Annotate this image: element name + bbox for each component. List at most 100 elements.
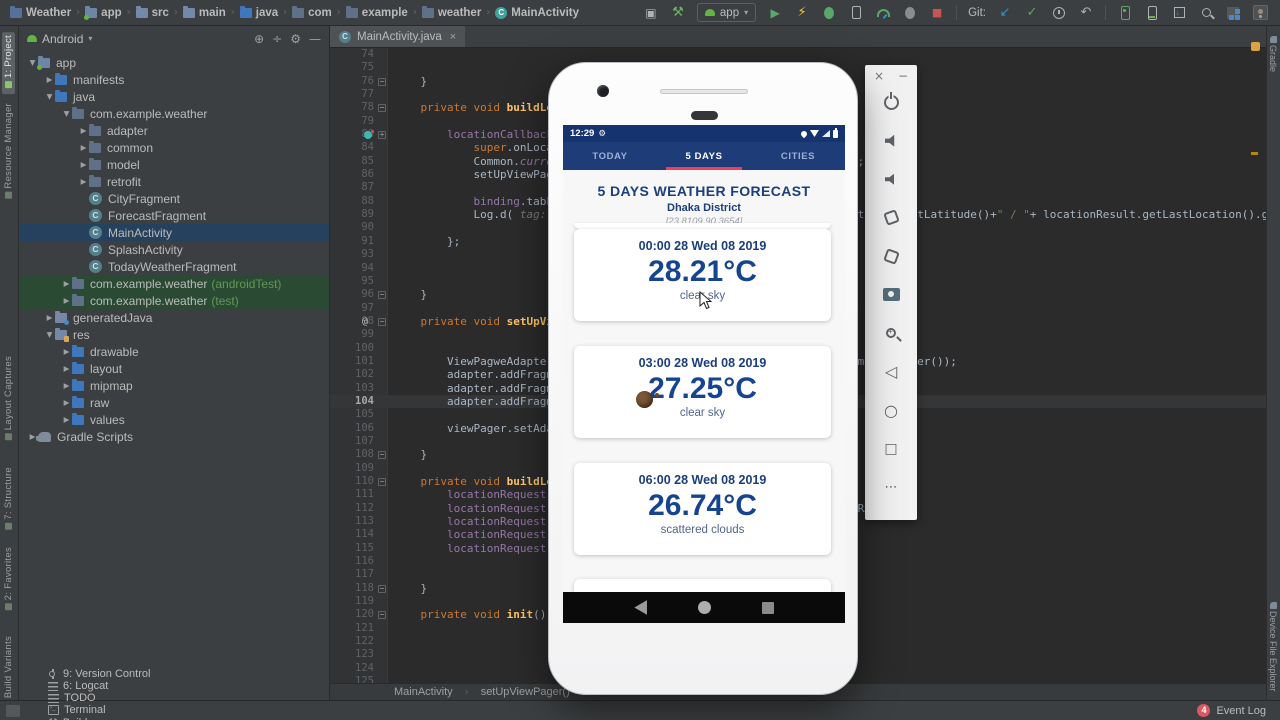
breadcrumb-item-weather[interactable]: weather [421,5,481,19]
tree-item-java[interactable]: ▼ java [19,88,329,105]
tree-expand-icon[interactable]: ▶ [61,398,72,407]
tree-item-mainactivity[interactable]: C MainActivity [19,224,329,241]
search-everywhere-button[interactable] [1198,4,1214,22]
tree-collapse-icon[interactable]: ▼ [44,330,55,339]
statusbar-item-todo[interactable]: TODO [48,692,150,704]
fold-marker-icon[interactable]: − [378,77,386,86]
nav-overview-icon[interactable] [761,601,774,614]
tree-collapse-icon[interactable]: ▼ [44,92,55,101]
run-config-combo[interactable]: app ▾ [696,3,757,22]
override-method-icon[interactable] [364,130,374,140]
sidebar-item-2-favorites[interactable]: 2: Favorites [2,544,15,616]
profile-avatar[interactable] [1252,4,1268,22]
sidebar-item-1-project[interactable]: 1: Project [2,32,15,95]
settings-button[interactable]: ⚙ [290,32,301,46]
tree-item-cityfragment[interactable]: C CityFragment [19,190,329,207]
tab-mainactivity-java[interactable]: C MainActivity.java × [330,26,466,47]
tab-today[interactable]: TODAY [563,142,657,170]
tree-item-todayweatherfragment[interactable]: C TodayWeatherFragment [19,258,329,275]
close-icon[interactable]: × [874,69,884,83]
tree-item-com-example-weather-androidtest[interactable]: ▶ com.example.weather (androidTest) [19,275,329,292]
build-hammer-button[interactable]: ⚒ [670,4,686,22]
minimize-icon[interactable]: − [898,69,908,83]
avd-manager-button[interactable] [1117,4,1133,22]
breadcrumb-item-java[interactable]: java [239,5,278,19]
tree-expand-icon[interactable]: ▶ [61,415,72,424]
close-icon[interactable]: × [450,31,456,43]
tree-expand-icon[interactable]: ▶ [78,126,89,135]
home-button[interactable]: ○ [865,391,917,430]
sdk-manager-button[interactable] [1171,4,1187,22]
git-update-button[interactable]: ↙ [997,4,1013,22]
fold-marker-icon[interactable]: − [378,584,386,593]
debug-button[interactable] [821,4,837,22]
tree-item-mipmap[interactable]: ▶ mipmap [19,377,329,394]
breadcrumb-item-main[interactable]: main [182,5,226,19]
rotate-right-button[interactable] [865,237,917,276]
sidebar-item-device-file-explorer[interactable]: Device File Explorer [1268,600,1278,692]
tree-expand-icon[interactable]: ▶ [78,160,89,169]
tree-item-raw[interactable]: ▶ raw [19,394,329,411]
tree-item-values[interactable]: ▶ values [19,411,329,428]
sidebar-item-layout-captures[interactable]: Layout Captures [2,353,15,446]
tree-expand-icon[interactable]: ▶ [61,364,72,373]
sidebar-item-7-structure[interactable]: 7: Structure [2,464,15,536]
tree-item-forecastfragment[interactable]: C ForecastFragment [19,207,329,224]
profile-button[interactable] [875,4,891,22]
statusbar-item-build[interactable]: ⚒ Build [48,716,150,720]
hide-panel-button[interactable]: — [309,32,321,46]
zoom-button[interactable] [865,314,917,353]
tree-item-common[interactable]: ▶ common [19,139,329,156]
stop-button[interactable]: ■ [929,4,945,22]
apply-changes-button[interactable]: ⚡ [794,4,810,22]
tree-expand-icon[interactable]: ▶ [78,143,89,152]
tree-expand-icon[interactable]: ▶ [61,381,72,390]
tree-item-adapter[interactable]: ▶ adapter [19,122,329,139]
tree-item-gradle-scripts[interactable]: ▶ Gradle Scripts [19,428,329,445]
tree-expand-icon[interactable]: ▶ [44,75,55,84]
tree-item-retrofit[interactable]: ▶ retrofit [19,173,329,190]
more-button[interactable]: ⋯ [865,468,917,507]
fold-expand-icon[interactable]: + [378,131,386,140]
tree-item-manifests[interactable]: ▶ manifests [19,71,329,88]
breadcrumb-item-example[interactable]: example [345,5,408,19]
nav-back-icon[interactable] [634,600,648,615]
tab-cities[interactable]: CITIES [751,142,845,170]
tree-item-model[interactable]: ▶ model [19,156,329,173]
statusbar-item-terminal[interactable]: Terminal [48,704,150,716]
project-structure-button[interactable] [1225,4,1241,22]
run-button[interactable]: ▶ [767,4,783,22]
fold-marker-icon[interactable]: − [378,478,386,486]
tree-item-app[interactable]: ▼ app [19,54,329,71]
tree-item-splashactivity[interactable]: C SplashActivity [19,241,329,258]
git-commit-button[interactable]: ✓ [1024,4,1040,22]
fold-marker-icon[interactable]: − [378,451,386,460]
tree-expand-icon[interactable]: ▶ [61,279,72,288]
project-view-selector[interactable]: Android [42,32,83,46]
code-line-74[interactable]: 74 [330,48,1266,61]
git-history-button[interactable] [1051,4,1067,22]
volume-up-button[interactable] [865,122,917,161]
tree-expand-icon[interactable]: ▶ [61,347,72,356]
screenshot-button[interactable] [865,276,917,315]
breadcrumb-item-com[interactable]: com [292,5,332,19]
attach-debugger-button[interactable] [902,4,918,22]
event-log-button[interactable]: 4 Event Log [1197,704,1280,717]
toolwindow-toggle-icon[interactable] [6,704,20,717]
editor-breadcrumb-item[interactable]: setUpViewPager() [481,686,570,698]
tree-item-com-example-weather[interactable]: ▼ com.example.weather [19,105,329,122]
statusbar-item-9-version-control[interactable]: 9: Version Control [48,668,150,680]
tree-item-drawable[interactable]: ▶ drawable [19,343,329,360]
overview-button[interactable]: □ [865,430,917,469]
breadcrumb-item-weather[interactable]: Weather [10,5,71,19]
tree-item-generatedjava[interactable]: ▶ generatedJava [19,309,329,326]
nav-home-icon[interactable] [697,601,711,614]
breadcrumb-item-mainactivity[interactable]: C MainActivity [495,6,579,19]
layout-window-button[interactable]: ▣ [643,4,659,22]
back-button[interactable]: ◁ [865,353,917,392]
sidebar-item-gradle[interactable]: Gradle [1268,34,1278,72]
tab-5-days[interactable]: 5 DAYS [657,142,751,170]
breadcrumb-item-app[interactable]: app [84,5,122,20]
statusbar-item-6-logcat[interactable]: 6: Logcat [48,680,150,692]
fold-marker-icon[interactable]: − [378,104,386,113]
